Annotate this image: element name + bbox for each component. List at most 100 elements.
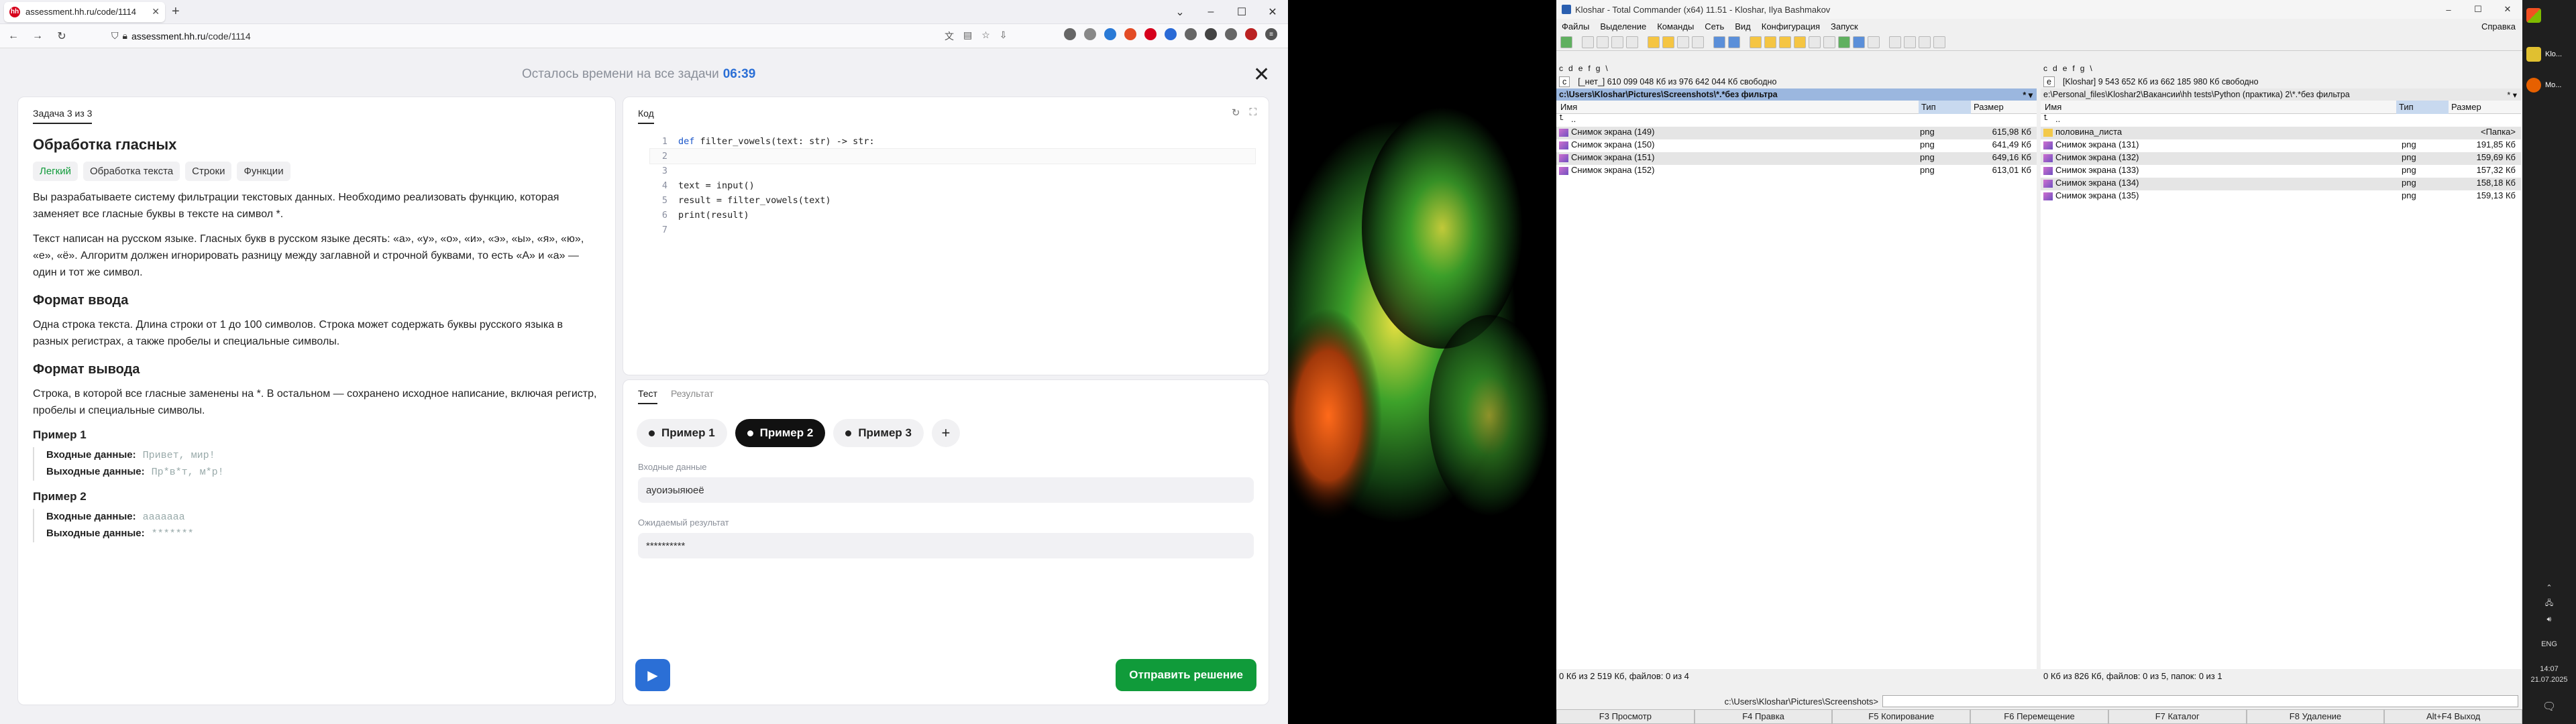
new-tab-button[interactable]: + xyxy=(172,4,180,19)
sync-icon[interactable] xyxy=(1794,36,1806,48)
tool-icon[interactable] xyxy=(1889,36,1901,48)
extensions-puzzle-icon[interactable] xyxy=(1185,28,1197,40)
menu-selection[interactable]: Выделение xyxy=(1600,21,1646,32)
code-editor[interactable]: 1 def filter_vowels(text: str) -> str: 2 … xyxy=(649,134,1256,361)
thumbnails-icon[interactable] xyxy=(1626,36,1638,48)
close-tab-icon[interactable]: ✕ xyxy=(152,6,160,17)
left-path-bar[interactable]: c:\Users\Kloshar\Pictures\Screenshots\*.… xyxy=(1556,88,2037,101)
example-3-pill[interactable]: Пример 3 xyxy=(833,419,924,447)
column-size[interactable]: Размер xyxy=(2451,102,2481,112)
menu-icon[interactable]: ≡ xyxy=(1265,28,1277,40)
tool-icon[interactable] xyxy=(1919,36,1931,48)
drive-c-button[interactable]: c xyxy=(2043,64,2047,73)
list-item[interactable]: Снимок экрана (150) png 641,49 Кб xyxy=(1556,139,2037,152)
clock-time[interactable]: 14:07 xyxy=(2522,665,2576,673)
f3-view-button[interactable]: F3 Просмотр xyxy=(1556,709,1695,724)
list-item-up[interactable]: ⮤.. xyxy=(1556,114,2037,127)
close-icon[interactable]: ✕ xyxy=(1253,63,1270,86)
f4-edit-button[interactable]: F4 Правка xyxy=(1694,709,1833,724)
minimize-button[interactable]: – xyxy=(2434,0,2463,19)
right-path-bar[interactable]: e:\Personal_files\Kloshar2\Вакансии\hh t… xyxy=(2041,88,2521,101)
tool-icon[interactable] xyxy=(1904,36,1916,48)
menu-commands[interactable]: Команды xyxy=(1657,21,1694,32)
command-line-input[interactable] xyxy=(1882,695,2518,707)
list-item-folder[interactable]: половина_листа <Папка> xyxy=(2041,127,2521,139)
minimize-button[interactable]: – xyxy=(1195,0,1226,24)
drive-select[interactable]: c xyxy=(1559,76,1570,87)
drive-c-button[interactable]: c xyxy=(1559,64,1563,73)
list-item[interactable]: Снимок экрана (134) png 158,18 Кб xyxy=(2041,178,2521,190)
translate-icon[interactable]: 文 xyxy=(945,29,954,43)
notepad-icon[interactable] xyxy=(1809,36,1821,48)
extension-4-icon[interactable] xyxy=(1124,28,1136,40)
profile-icon[interactable] xyxy=(1245,28,1257,40)
addon-icon[interactable] xyxy=(1225,28,1237,40)
drive-f-button[interactable]: f xyxy=(2072,64,2074,73)
column-size[interactable]: Размер xyxy=(1974,102,2004,112)
back-icon[interactable] xyxy=(1713,36,1725,48)
reset-code-icon[interactable]: ↻ xyxy=(1232,107,1240,119)
back-icon[interactable]: ← xyxy=(5,30,21,42)
help-icon[interactable] xyxy=(1853,36,1865,48)
bookmark-star-icon[interactable]: ☆ xyxy=(981,29,990,43)
volume-icon[interactable]: 🔊︎ xyxy=(2522,615,2576,624)
example-1-pill[interactable]: Пример 1 xyxy=(637,419,727,447)
exit-button[interactable]: Alt+F4 Выход xyxy=(2384,709,2523,724)
reload-icon[interactable]: ↻ xyxy=(54,29,70,43)
drive-select[interactable]: e xyxy=(2043,76,2055,87)
list-item[interactable]: Снимок экрана (132) png 159,69 Кб xyxy=(2041,152,2521,165)
list-item[interactable]: Снимок экрана (149) png 615,98 Кб xyxy=(1556,127,2037,139)
clock-date[interactable]: 21.07.2025 xyxy=(2522,676,2576,684)
forward-icon[interactable]: → xyxy=(30,30,46,42)
extension-5-icon[interactable] xyxy=(1144,28,1157,40)
list-item-up[interactable]: ⮤.. xyxy=(2041,114,2521,127)
taskbar-item-firefox[interactable]: Mo... xyxy=(2526,78,2561,93)
add-example-button[interactable]: + xyxy=(931,419,960,447)
tool-icon[interactable] xyxy=(1868,36,1880,48)
multi-rename-icon[interactable] xyxy=(1692,36,1704,48)
compare-icon[interactable] xyxy=(1779,36,1791,48)
list-item[interactable]: Снимок экрана (133) png 157,32 Кб xyxy=(2041,165,2521,178)
extension-6-icon[interactable] xyxy=(1165,28,1177,40)
chevron-up-icon[interactable]: ⌃ xyxy=(2522,583,2576,592)
menu-start[interactable]: Запуск xyxy=(1831,21,1858,32)
list-item[interactable]: Снимок экрана (151) png 649,16 Кб xyxy=(1556,152,2037,165)
submit-button[interactable]: Отправить решение xyxy=(1116,659,1256,691)
list-item[interactable]: Снимок экрана (131) png 191,85 Кб xyxy=(2041,139,2521,152)
tab-list-icon[interactable]: ⌄ xyxy=(1165,0,1195,24)
maximize-button[interactable]: ☐ xyxy=(2463,0,2493,19)
drive-g-button[interactable]: g xyxy=(2080,64,2085,73)
menu-view[interactable]: Вид xyxy=(1735,21,1751,32)
network-icon[interactable]: 🖧︎ xyxy=(2522,597,2576,610)
extension-2-icon[interactable] xyxy=(1084,28,1096,40)
extension-1-icon[interactable] xyxy=(1064,28,1076,40)
view-full-icon[interactable] xyxy=(1597,36,1609,48)
history-icon[interactable]: * ▾ xyxy=(2507,90,2517,100)
column-type[interactable]: Тип xyxy=(1919,100,1971,114)
example-2-pill[interactable]: Пример 2 xyxy=(735,419,826,447)
column-name[interactable]: Имя xyxy=(2045,102,2061,112)
address-bar[interactable]: ⛉ 🔒︎ assessment.hh.ru/code/1114 xyxy=(111,30,333,42)
f5-copy-button[interactable]: F5 Копирование xyxy=(1832,709,1971,724)
run-button[interactable]: ▶ xyxy=(635,659,670,691)
tool-icon[interactable] xyxy=(1823,36,1835,48)
expected-field[interactable]: ********** xyxy=(638,533,1254,558)
container-icon[interactable] xyxy=(1205,28,1217,40)
network-drive-button[interactable]: \ xyxy=(1605,64,1607,73)
drive-d-button[interactable]: d xyxy=(1568,64,1573,73)
close-window-button[interactable]: ✕ xyxy=(2493,0,2522,19)
notifications-icon[interactable]: 🗨︎ xyxy=(2522,700,2576,713)
drive-d-button[interactable]: d xyxy=(2053,64,2057,73)
drive-f-button[interactable]: f xyxy=(1588,64,1590,73)
drive-g-button[interactable]: g xyxy=(1596,64,1601,73)
browser-tab[interactable]: hh assessment.hh.ru/code/1114 ✕ xyxy=(4,1,165,22)
list-item[interactable]: Снимок экрана (135) png 159,13 Кб xyxy=(2041,190,2521,203)
net-icon[interactable] xyxy=(1764,36,1776,48)
close-window-button[interactable]: ✕ xyxy=(1257,0,1288,24)
taskbar-item-tc[interactable]: Klo... xyxy=(2526,47,2562,62)
input-field[interactable]: ауоиэыяюеё xyxy=(638,477,1254,503)
start-button[interactable] xyxy=(2526,8,2541,23)
save-pocket-icon[interactable]: ⇩ xyxy=(1000,29,1008,43)
menu-files[interactable]: Файлы xyxy=(1562,21,1589,32)
f6-move-button[interactable]: F6 Перемещение xyxy=(1970,709,2108,724)
